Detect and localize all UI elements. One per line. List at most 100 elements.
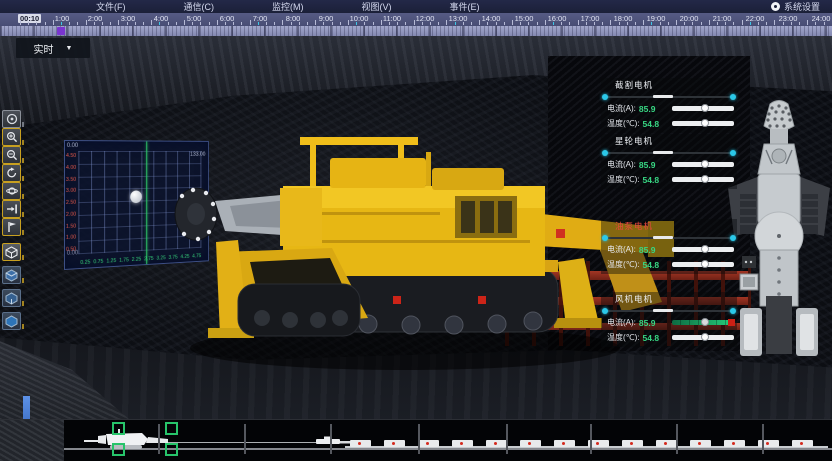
grid-corner-bottom-left: 0.00 — [67, 250, 78, 257]
temp-bar[interactable] — [672, 177, 734, 182]
axis-y-bar — [23, 396, 30, 420]
view-cube-front-button[interactable] — [2, 266, 21, 284]
menu-bar: 文件(F) 通信(C) 监控(M) 视图(V) 事件(E) 系统设置 — [0, 0, 832, 13]
strip-section-divider — [244, 424, 246, 454]
view-compass-button[interactable] — [2, 110, 21, 128]
cube-3d-icon — [5, 246, 18, 259]
grid-x-tick-labels: 0.250.751.251.752.252.753.253.754.254.75 — [80, 253, 201, 266]
realtime-mode-dropdown[interactable]: 实时 ▼ — [16, 38, 90, 58]
conveyor-cart-icon — [418, 440, 439, 447]
timeline-current-time: 00:10 — [18, 14, 41, 23]
bar-knob[interactable] — [701, 175, 709, 183]
menu-monitor[interactable]: 监控(M) — [272, 0, 304, 13]
current-bar-active[interactable] — [672, 320, 734, 325]
current-label: 电流(A): — [607, 159, 636, 170]
slider-dot-right — [730, 150, 736, 156]
motor-range-slider[interactable] — [603, 148, 735, 157]
timeline-position-marker[interactable] — [57, 27, 65, 35]
orbit-view-button[interactable] — [2, 182, 21, 200]
temp-label: 温度(℃): — [607, 118, 640, 129]
temp-value: 54.8 — [643, 333, 660, 343]
slider-dot-right — [730, 235, 736, 241]
conveyor-cart-icon — [690, 440, 711, 447]
timeline-ruler[interactable]: 00:10 1:002:003:004:005:006:007:008:009:… — [0, 13, 832, 26]
grid-center-line — [146, 141, 147, 264]
motor-panel-starwheel: 星轮电机 电流(A):85.9 温度(℃):54.8 — [601, 134, 737, 189]
temp-bar[interactable] — [672, 121, 734, 126]
motor-name: 油泵电机 — [601, 221, 737, 232]
strip-section-divider — [158, 424, 160, 454]
realtime-label: 实时 — [34, 41, 54, 56]
conveyor-cart-icon — [792, 440, 813, 447]
zoom-out-button[interactable] — [2, 146, 21, 164]
motor-name: 风机电机 — [601, 294, 737, 305]
menu-file[interactable]: 文件(F) — [96, 0, 126, 13]
conveyor-cart-icon — [452, 440, 473, 447]
view-cube-top-button[interactable] — [2, 312, 21, 330]
bar-knob[interactable] — [701, 318, 709, 326]
selection-brackets — [112, 422, 178, 456]
orbit-icon — [6, 185, 18, 197]
motor-range-slider[interactable] — [603, 233, 735, 242]
current-label: 电流(A): — [607, 103, 636, 114]
cube-top-icon — [5, 315, 18, 328]
bar-knob[interactable] — [701, 245, 709, 253]
conveyor-cart-icon — [554, 440, 575, 447]
strip-section-divider — [330, 424, 332, 454]
bar-knob[interactable] — [701, 104, 709, 112]
current-bar[interactable] — [672, 162, 734, 167]
face-position-grid: 4.504.003.503.002.502.001.501.000.50 0.2… — [64, 140, 209, 270]
conveyor-cart-icon — [622, 440, 643, 447]
conveyor-cart-icon — [724, 440, 745, 447]
strip-section-divider — [590, 424, 592, 454]
gear-icon — [771, 2, 780, 11]
motor-name: 截割电机 — [601, 80, 737, 91]
current-value: 85.9 — [639, 160, 656, 170]
temp-value: 54.8 — [643, 175, 660, 185]
temp-label: 温度(℃): — [607, 259, 640, 270]
strip-section-divider — [762, 424, 764, 454]
temp-value: 54.8 — [643, 260, 660, 270]
cube-front-icon — [5, 269, 18, 282]
conveyor-cart-icon — [486, 440, 507, 447]
rotate-icon — [6, 167, 18, 179]
slider-dot-left — [602, 235, 608, 241]
slider-dot-left — [602, 94, 608, 100]
bar-knob[interactable] — [701, 260, 709, 268]
grid-y-tick-labels: 4.504.003.503.002.502.001.501.000.50 — [66, 153, 76, 253]
flag-icon — [6, 221, 18, 233]
bar-knob[interactable] — [701, 160, 709, 168]
motor-panel-fan: 风机电机 电流(A):85.9 温度(℃):54.8 — [601, 292, 737, 347]
zoom-in-button[interactable] — [2, 128, 21, 146]
view-cube-perspective-button[interactable] — [2, 243, 21, 261]
current-bar[interactable] — [672, 106, 734, 111]
motor-range-slider[interactable] — [603, 306, 735, 315]
slider-dot-right — [730, 94, 736, 100]
conveyor-cart-icon — [350, 440, 371, 447]
rotate-view-button[interactable] — [2, 164, 21, 182]
temp-label: 温度(℃): — [607, 332, 640, 343]
temp-bar[interactable] — [672, 335, 734, 340]
chevron-down-icon: ▼ — [66, 45, 73, 52]
current-label: 电流(A): — [607, 317, 636, 328]
slider-dot-right — [730, 308, 736, 314]
system-settings-button[interactable]: 系统设置 — [771, 0, 820, 13]
bar-knob[interactable] — [701, 333, 709, 341]
timeline-scrollbar[interactable] — [0, 26, 832, 36]
machine-top-view-diagram — [726, 98, 832, 360]
view-cube-side-button[interactable] — [2, 289, 21, 307]
slider-dot-left — [602, 150, 608, 156]
menu-view[interactable]: 视图(V) — [362, 0, 392, 13]
menu-communication[interactable]: 通信(C) — [184, 0, 215, 13]
monitoring-app-window: 4.504.003.503.002.502.001.501.000.50 0.2… — [0, 0, 832, 461]
current-bar[interactable] — [672, 247, 734, 252]
motor-range-slider[interactable] — [603, 92, 735, 101]
temp-bar[interactable] — [672, 262, 734, 267]
menu-event[interactable]: 事件(E) — [450, 0, 480, 13]
fit-view-button[interactable] — [2, 200, 21, 218]
current-value: 85.9 — [639, 245, 656, 255]
current-value: 85.9 — [639, 318, 656, 328]
conveyor-cart-icon — [384, 440, 405, 447]
marker-flag-button[interactable] — [2, 218, 21, 236]
bar-knob[interactable] — [701, 119, 709, 127]
